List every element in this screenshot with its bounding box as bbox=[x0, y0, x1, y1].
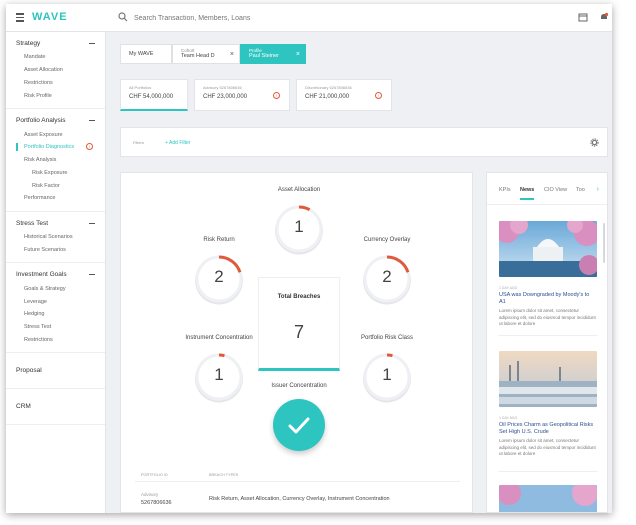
menu-icon[interactable] bbox=[16, 13, 24, 22]
breaches-panel: Asset Allocation 1 Risk Return 2 Currenc… bbox=[120, 172, 473, 513]
gauge-instrument-concentration[interactable]: 1 bbox=[193, 351, 245, 403]
sidebar-item-risk-profile[interactable]: Risk Profile bbox=[6, 89, 105, 102]
sidebar-item-risk-exposure[interactable]: Risk Exposure bbox=[6, 166, 105, 179]
gauge-label-currency-overlay: Currency Overlay bbox=[363, 237, 411, 243]
gauge-risk-return[interactable]: 2 bbox=[193, 253, 245, 305]
tab-tools[interactable]: Too bbox=[576, 187, 585, 193]
sidebar-item-historical-scenarios[interactable]: Historical Scenarios bbox=[6, 231, 105, 244]
collapse-icon[interactable] bbox=[89, 120, 95, 122]
portfolio-cards: All Portfolios CHF 54,000,000 Advisory 5… bbox=[120, 79, 392, 111]
news-item[interactable] bbox=[497, 480, 598, 512]
gear-icon[interactable] bbox=[590, 138, 599, 147]
gauge-label-issuer-concentration: Issuer Concentration bbox=[271, 383, 327, 389]
sidebar-item-portfolio-diagnostics[interactable]: Portfolio Diagnostics! bbox=[6, 141, 105, 154]
news-image-capitol bbox=[495, 216, 600, 277]
sidebar-item-leverage[interactable]: Leverage bbox=[6, 295, 105, 308]
portfolio-card-discretionary[interactable]: Discretionary 5267806636 CHF 21,000,000 … bbox=[296, 79, 392, 111]
sidebar-header-portfolio-analysis[interactable]: Portfolio Analysis bbox=[6, 117, 105, 128]
sidebar-item-mandate[interactable]: Mandate bbox=[6, 51, 105, 64]
tab-my-wave[interactable]: My WAVE bbox=[120, 44, 172, 64]
sidebar-item-crm[interactable]: CRM bbox=[6, 389, 105, 426]
tab-cio-view[interactable]: CIO View bbox=[544, 187, 567, 193]
scrollbar[interactable] bbox=[603, 223, 605, 263]
tab-news[interactable]: News bbox=[520, 187, 535, 200]
context-tabs: My WAVE Cohort Team Head D × Profile Paul S… bbox=[120, 44, 306, 64]
sidebar-section-portfolio-analysis: Portfolio Analysis Asset Exposure Portfo… bbox=[6, 109, 105, 212]
news-tabs: KPIs News CIO View Too › bbox=[487, 173, 607, 205]
table-header-breach-types: BREACH TYPES bbox=[209, 473, 239, 477]
sidebar-item-asset-allocation[interactable]: Asset Allocation bbox=[6, 64, 105, 77]
sidebar-item-restrictions[interactable]: Restrictions bbox=[6, 77, 105, 90]
filter-label: Filters bbox=[133, 140, 144, 145]
gauge-currency-overlay[interactable]: 2 bbox=[361, 253, 413, 305]
sidebar-header-investment-goals[interactable]: Investment Goals bbox=[6, 271, 105, 282]
collapse-icon[interactable] bbox=[89, 222, 95, 224]
sidebar-item-proposal[interactable]: Proposal bbox=[6, 353, 105, 390]
divider bbox=[499, 335, 597, 336]
add-filter-button[interactable]: + Add Filter bbox=[165, 140, 190, 146]
top-bar: WAVE bbox=[6, 4, 612, 32]
sidebar-header-stress-test[interactable]: Stress Test bbox=[6, 220, 105, 231]
sidebar-section-stress-test: Stress Test Historical Scenarios Future … bbox=[6, 212, 105, 264]
sidebar-item-restrictions-goals[interactable]: Restrictions bbox=[6, 334, 105, 347]
app-logo[interactable]: WAVE bbox=[32, 11, 68, 23]
tab-cohort[interactable]: Cohort Team Head D × bbox=[172, 44, 240, 64]
row-portfolio-id[interactable]: 5267806636 bbox=[141, 500, 172, 506]
alert-icon: ! bbox=[273, 92, 280, 99]
sidebar-item-asset-exposure[interactable]: Asset Exposure bbox=[6, 128, 105, 141]
gauge-label-risk-return: Risk Return bbox=[203, 237, 235, 243]
search-input[interactable] bbox=[134, 10, 434, 26]
sidebar-header-strategy[interactable]: Strategy bbox=[6, 40, 105, 51]
notification-bell-icon[interactable] bbox=[599, 12, 609, 22]
news-image-refinery bbox=[495, 351, 601, 407]
gauge-label-instrument-concentration: Instrument Concentration bbox=[185, 335, 253, 341]
collapse-icon[interactable] bbox=[89, 43, 95, 44]
sidebar-item-future-scenarios[interactable]: Future Scenarios bbox=[6, 244, 105, 257]
search-icon bbox=[118, 12, 128, 22]
close-icon[interactable]: × bbox=[230, 51, 234, 58]
portfolio-card-advisory[interactable]: Advisory 5267806636 CHF 23,000,000 ! bbox=[194, 79, 290, 111]
row-portfolio-type: Advisory bbox=[141, 492, 159, 497]
app-window: WAVE Strategy Mandate Asset Allocation R… bbox=[6, 4, 612, 513]
checkmark-icon bbox=[288, 417, 310, 434]
news-title[interactable]: USA was Downgraded by Moody's to A1 bbox=[499, 292, 597, 306]
table-header-portfolio-id: PORTFOLIO ID bbox=[141, 473, 168, 477]
collapse-icon[interactable] bbox=[89, 274, 95, 276]
sidebar-item-goals-strategy[interactable]: Goals & Strategy bbox=[6, 282, 105, 295]
gauge-label-portfolio-risk-class: Portfolio Risk Class bbox=[360, 335, 413, 341]
total-breaches-card: Total Breaches 7 bbox=[258, 277, 340, 371]
tab-kpis[interactable]: KPIs bbox=[499, 187, 511, 193]
news-title[interactable]: Oil Prices Charm as Geopolitical Risks S… bbox=[499, 422, 597, 436]
tab-profile[interactable]: Profile Paul Steiner × bbox=[240, 44, 306, 64]
news-panel: KPIs News CIO View Too › 1 DAY AGO USA w… bbox=[486, 172, 608, 513]
sidebar-item-stress-test[interactable]: Stress Test bbox=[6, 321, 105, 334]
divider bbox=[499, 471, 597, 472]
sidebar-item-risk-factor[interactable]: Risk Factor bbox=[6, 179, 105, 192]
gauge-asset-allocation[interactable]: 1 bbox=[273, 203, 325, 255]
table-divider bbox=[135, 481, 460, 482]
calendar-icon[interactable] bbox=[578, 12, 588, 22]
issuer-concentration-ok[interactable] bbox=[273, 399, 325, 451]
sidebar-section-investment-goals: Investment Goals Goals & Strategy Levera… bbox=[6, 263, 105, 354]
sidebar-item-hedging[interactable]: Hedging bbox=[6, 308, 105, 321]
sidebar: Strategy Mandate Asset Allocation Restri… bbox=[6, 32, 106, 513]
gauge-portfolio-risk-class[interactable]: 1 bbox=[361, 351, 413, 403]
news-item[interactable]: 1 DAY AGO Oil Prices Charm as Geopolitic… bbox=[495, 351, 601, 458]
sidebar-section-strategy: Strategy Mandate Asset Allocation Restri… bbox=[6, 32, 105, 110]
gauge-label-asset-allocation: Asset Allocation bbox=[277, 187, 321, 193]
close-icon[interactable]: × bbox=[296, 51, 300, 58]
portfolio-card-all[interactable]: All Portfolios CHF 54,000,000 bbox=[120, 79, 188, 111]
filter-bar: Filters + Add Filter bbox=[120, 127, 608, 157]
alert-icon: ! bbox=[86, 142, 93, 150]
news-image-cherry-blossom bbox=[497, 480, 598, 512]
sidebar-item-performance[interactable]: Performance bbox=[6, 192, 105, 205]
chevron-right-icon[interactable]: › bbox=[597, 186, 599, 193]
sidebar-item-risk-analysis[interactable]: Risk Analysis bbox=[6, 154, 105, 167]
row-breach-types: Risk Return, Asset Allocation, Currency … bbox=[209, 496, 390, 502]
alert-icon: ! bbox=[375, 92, 382, 99]
news-item[interactable]: 1 DAY AGO USA was Downgraded by Moody's … bbox=[495, 216, 600, 328]
